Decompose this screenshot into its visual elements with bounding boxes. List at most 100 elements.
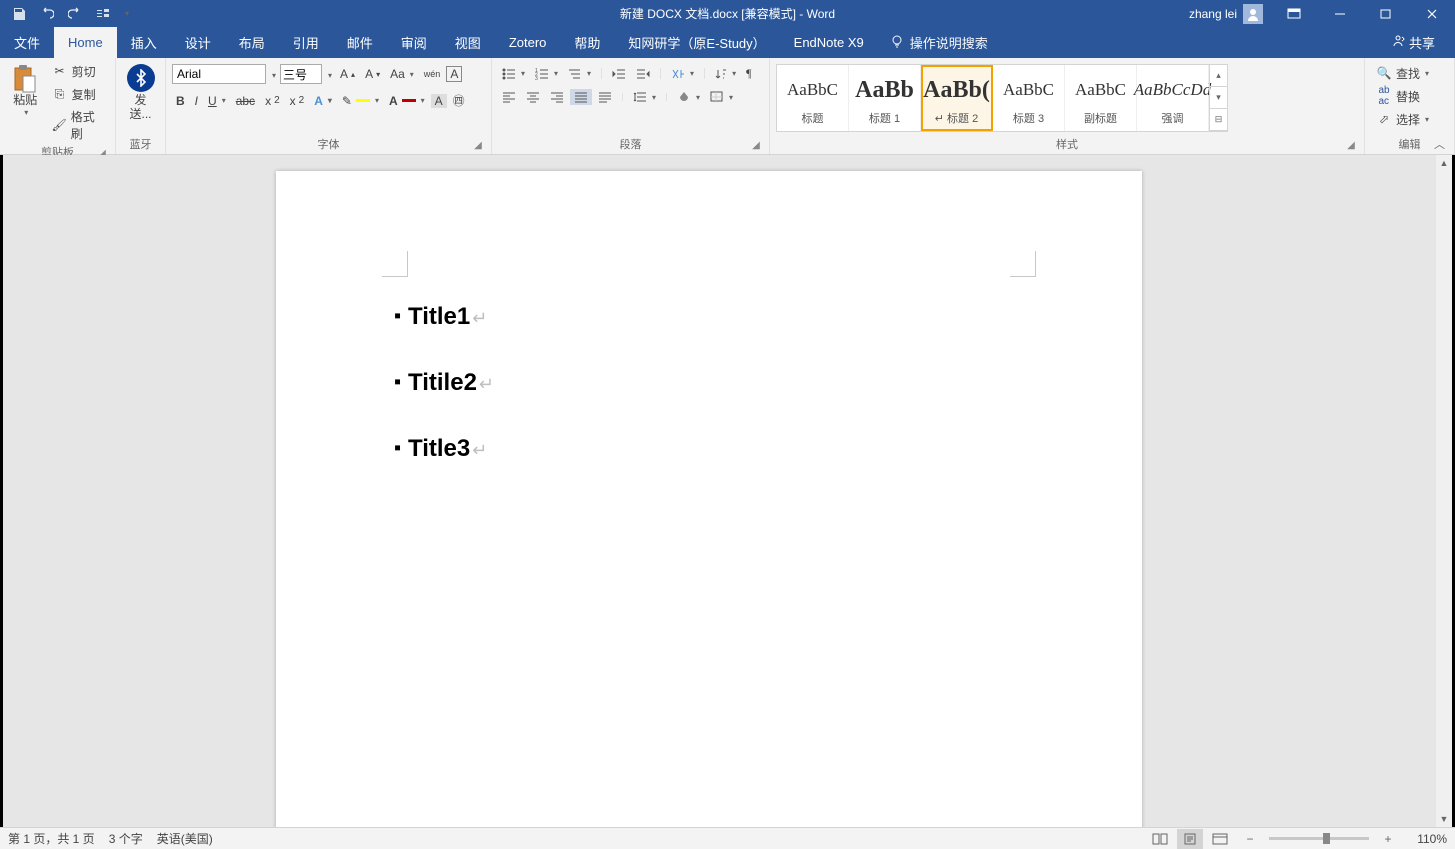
font-size-input[interactable]	[280, 64, 322, 84]
char-border-button[interactable]: A	[446, 66, 462, 82]
ribbon-display-options-icon[interactable]	[1271, 0, 1317, 27]
word-count[interactable]: 3 个字	[109, 830, 143, 847]
style-标题1[interactable]: AaBb标题 1	[849, 65, 921, 131]
tab-endnote[interactable]: EndNote X9	[780, 27, 878, 58]
font-size-dropdown[interactable]	[324, 67, 334, 81]
tab-mailings[interactable]: 邮件	[333, 27, 387, 58]
grow-font-button[interactable]: A▴	[336, 65, 359, 83]
increase-indent-button[interactable]	[632, 66, 654, 82]
style-副标题[interactable]: AaBbC副标题	[1065, 65, 1137, 131]
tab-file[interactable]: 文件	[0, 27, 54, 58]
font-color-button[interactable]: A	[385, 92, 429, 110]
language-indicator[interactable]: 英语(美国)	[157, 830, 213, 847]
scroll-up-button[interactable]: ▲	[1436, 155, 1452, 171]
tab-help[interactable]: 帮助	[560, 27, 614, 58]
align-left-button[interactable]	[498, 89, 520, 105]
asian-layout-button[interactable]	[667, 66, 698, 82]
phonetic-guide-button[interactable]: wén	[420, 67, 445, 81]
styles-dialog-launcher[interactable]: ◢	[1344, 138, 1358, 152]
maximize-button[interactable]	[1363, 0, 1409, 27]
highlight-button[interactable]: ✎	[338, 92, 383, 110]
tab-design[interactable]: 设计	[171, 27, 225, 58]
page[interactable]: ▪Title1↵ ▪Titile2↵ ▪Title3↵	[276, 171, 1142, 827]
tab-layout[interactable]: 布局	[225, 27, 279, 58]
tab-zotero[interactable]: Zotero	[495, 27, 561, 58]
bold-button[interactable]: B	[172, 92, 189, 110]
paragraph-dialog-launcher[interactable]: ◢	[749, 138, 763, 152]
close-button[interactable]	[1409, 0, 1455, 27]
shading-button[interactable]	[673, 89, 704, 105]
collapse-ribbon-button[interactable]: ︿	[1428, 134, 1451, 154]
page-indicator[interactable]: 第 1 页，共 1 页	[8, 830, 95, 847]
save-icon[interactable]	[6, 1, 32, 27]
read-mode-button[interactable]	[1147, 829, 1173, 849]
enclose-char-button[interactable]: ㊃	[449, 90, 469, 111]
undo-icon[interactable]	[34, 1, 60, 27]
tab-cnki[interactable]: 知网研学（原E-Study）	[614, 27, 779, 58]
gallery-scroll[interactable]: ⊟	[1210, 109, 1227, 131]
print-layout-button[interactable]	[1177, 829, 1203, 849]
strikethrough-button[interactable]: abc	[232, 92, 259, 110]
vertical-scrollbar[interactable]: ▲ ▼	[1436, 155, 1452, 827]
zoom-slider[interactable]	[1269, 837, 1369, 840]
shrink-font-button[interactable]: A▾	[361, 65, 384, 83]
superscript-button[interactable]: x2	[286, 92, 309, 110]
align-right-button[interactable]	[546, 89, 568, 105]
qat-customize-icon[interactable]	[118, 1, 134, 27]
tab-insert[interactable]: 插入	[117, 27, 171, 58]
tab-references[interactable]: 引用	[279, 27, 333, 58]
show-marks-button[interactable]: ¶	[742, 64, 755, 83]
numbering-button[interactable]: 123	[531, 66, 562, 82]
replace-button[interactable]: abac替换	[1371, 85, 1443, 107]
sort-button[interactable]	[711, 66, 740, 82]
web-layout-button[interactable]	[1207, 829, 1233, 849]
style-强调[interactable]: AaBbCcDd强调	[1137, 65, 1209, 131]
heading-paragraph[interactable]: ▪Title1↵	[394, 303, 1024, 331]
share-button[interactable]: 共享	[1381, 27, 1445, 58]
line-spacing-button[interactable]	[629, 89, 660, 105]
find-button[interactable]: 🔍查找	[1371, 62, 1443, 84]
zoom-level[interactable]: 110%	[1407, 832, 1447, 846]
tab-home[interactable]: Home	[54, 27, 117, 58]
style-标题3[interactable]: AaBbC标题 3	[993, 65, 1065, 131]
zoom-out-button[interactable]: −	[1237, 829, 1263, 849]
font-dialog-launcher[interactable]: ◢	[471, 138, 485, 152]
cut-button[interactable]: ✂剪切	[47, 60, 109, 82]
gallery-scroll[interactable]: ▴	[1210, 65, 1227, 87]
align-distribute-button[interactable]	[594, 89, 616, 105]
font-name-dropdown[interactable]	[268, 67, 278, 81]
qat-item-icon[interactable]	[90, 1, 116, 27]
zoom-in-button[interactable]: +	[1375, 829, 1401, 849]
select-button[interactable]: ⬀选择	[1371, 108, 1443, 130]
text-effects-button[interactable]: A	[310, 92, 336, 110]
subscript-button[interactable]: x2	[261, 92, 284, 110]
tab-view[interactable]: 视图	[441, 27, 495, 58]
bullets-button[interactable]	[498, 66, 529, 82]
redo-icon[interactable]	[62, 1, 88, 27]
style-标题2[interactable]: AaBb(↵ 标题 2	[921, 65, 993, 131]
align-justify-button[interactable]	[570, 89, 592, 105]
minimize-button[interactable]	[1317, 0, 1363, 27]
multilevel-list-button[interactable]	[564, 66, 595, 82]
borders-button[interactable]	[706, 89, 737, 105]
account-name[interactable]: zhang lei	[1181, 4, 1271, 24]
zoom-thumb[interactable]	[1323, 833, 1330, 844]
bluetooth-send-button[interactable]: 发送...	[122, 60, 159, 126]
style-标题[interactable]: AaBbC标题	[777, 65, 849, 131]
paste-button[interactable]: 粘贴	[6, 60, 45, 121]
scroll-down-button[interactable]: ▼	[1436, 811, 1452, 827]
format-painter-button[interactable]: 🖌格式刷	[47, 106, 109, 144]
decrease-indent-button[interactable]	[608, 66, 630, 82]
copy-button[interactable]: ⎘复制	[47, 83, 109, 105]
change-case-button[interactable]: Aa	[386, 65, 418, 83]
align-center-button[interactable]	[522, 89, 544, 105]
page-content[interactable]: ▪Title1↵ ▪Titile2↵ ▪Title3↵	[394, 303, 1024, 501]
heading-paragraph[interactable]: ▪Title3↵	[394, 435, 1024, 463]
heading-paragraph[interactable]: ▪Titile2↵	[394, 369, 1024, 397]
char-shading-button[interactable]: A	[431, 94, 447, 108]
gallery-scroll[interactable]: ▾	[1210, 87, 1227, 109]
font-name-input[interactable]	[172, 64, 266, 84]
tell-me-search[interactable]: 操作说明搜索	[878, 27, 1000, 58]
italic-button[interactable]: I	[191, 92, 202, 110]
underline-button[interactable]: U	[204, 92, 230, 110]
